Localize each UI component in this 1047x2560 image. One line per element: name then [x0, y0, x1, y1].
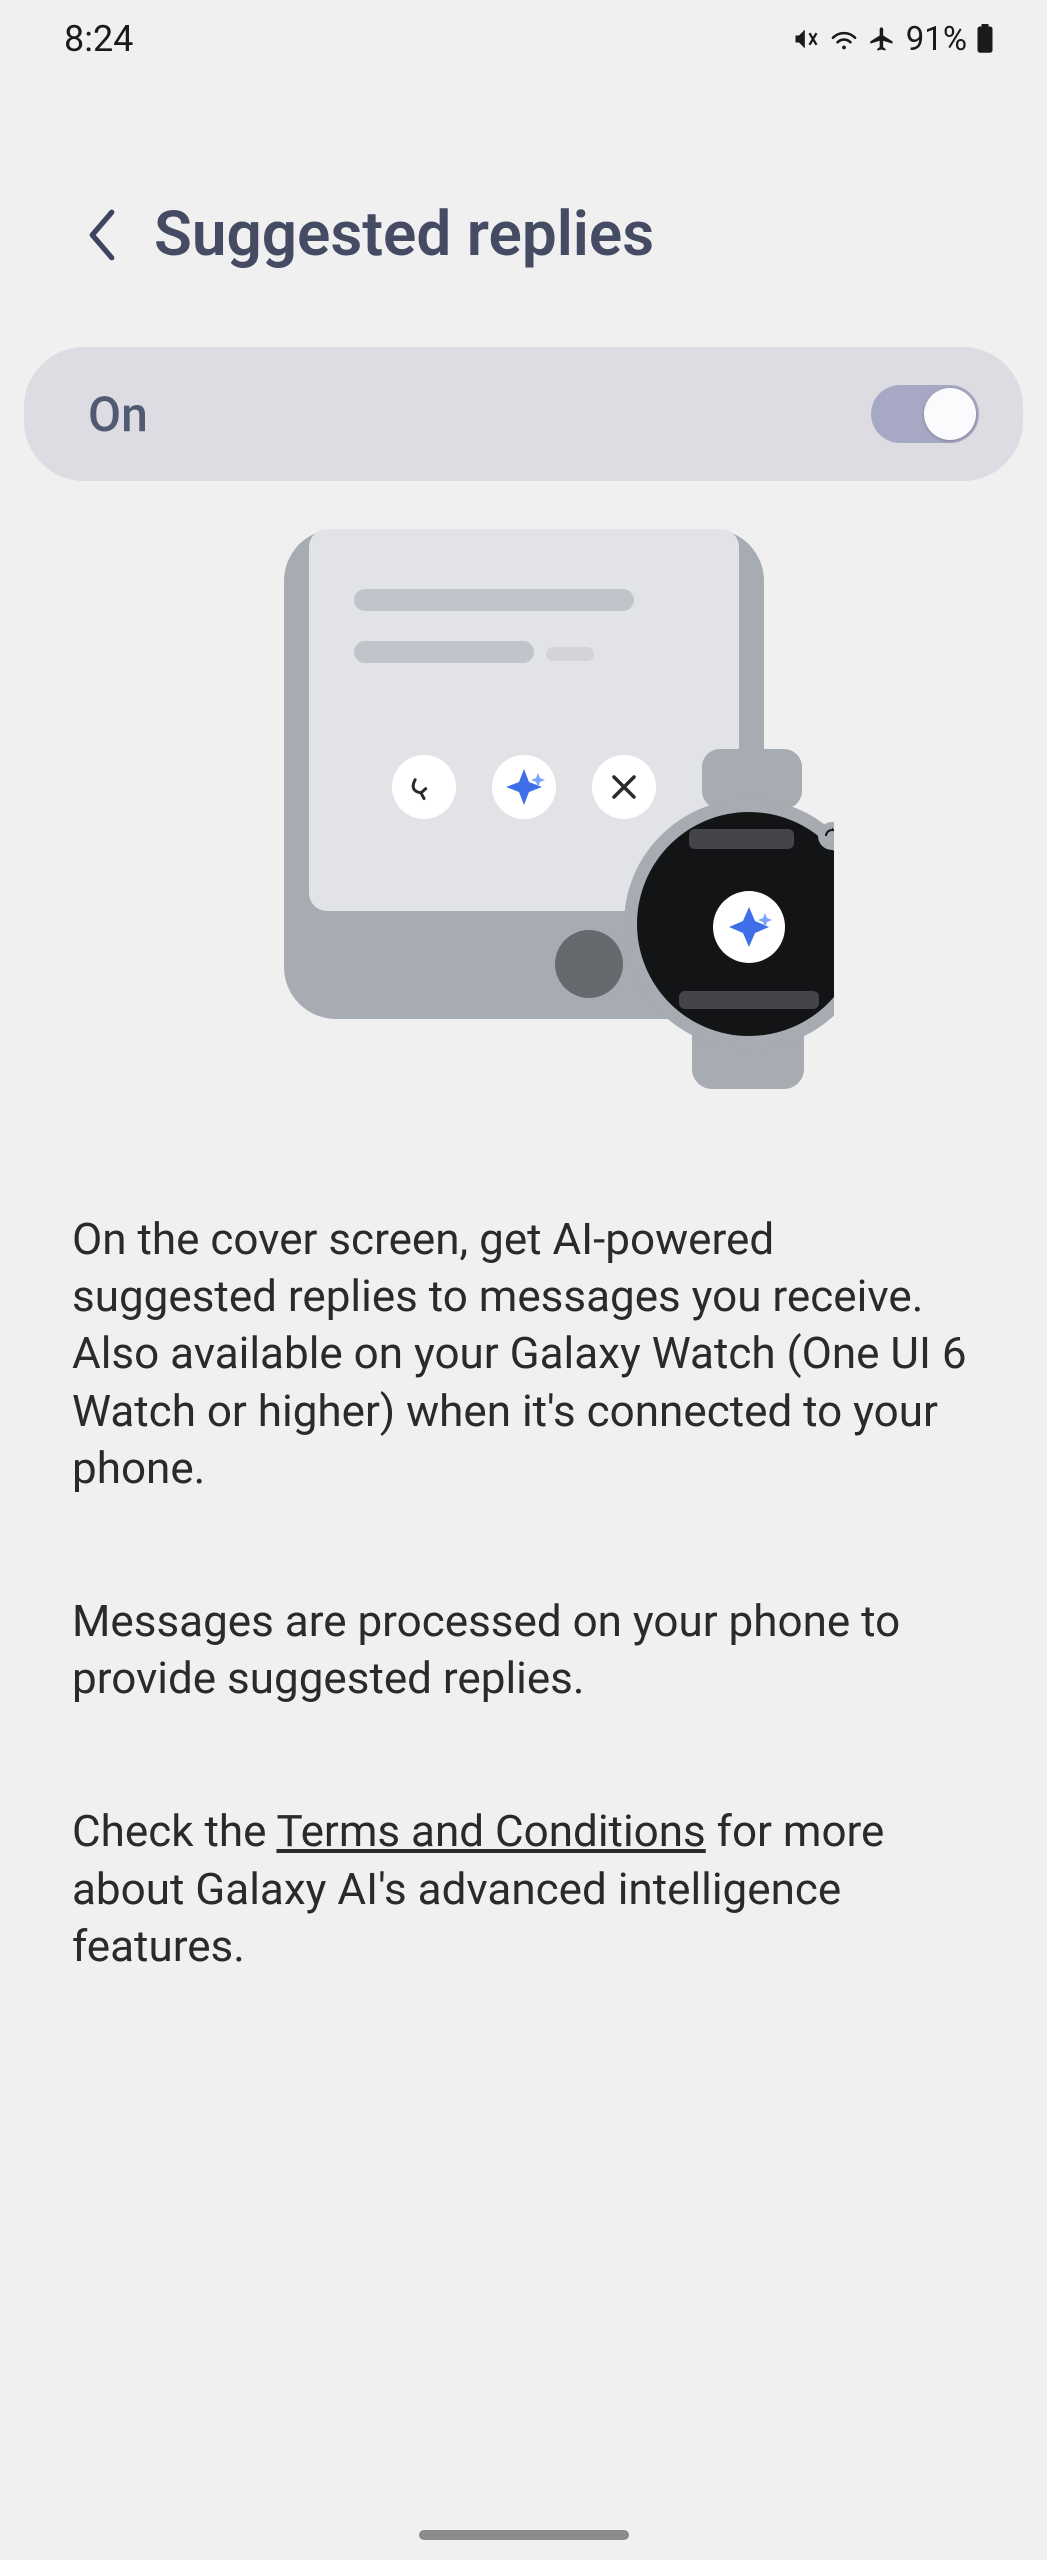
terms-and-conditions-link[interactable]: Terms and Conditions	[276, 1805, 705, 1857]
airplane-mode-icon	[868, 25, 896, 53]
chevron-left-icon	[84, 209, 120, 261]
toggle-thumb	[924, 388, 976, 440]
status-bar: 8:24 91%	[0, 0, 1047, 78]
mute-vibrate-icon	[792, 25, 820, 53]
page-title: Suggested replies	[154, 198, 654, 271]
gesture-nav-handle[interactable]	[419, 2530, 629, 2540]
battery-percentage: 91%	[906, 20, 967, 59]
back-button[interactable]	[80, 213, 124, 257]
master-toggle-row[interactable]: On	[24, 347, 1023, 481]
status-right: 91%	[792, 20, 995, 59]
description-section: On the cover screen, get AI-powered sugg…	[0, 1099, 1047, 1975]
p3-pre: Check the	[72, 1805, 276, 1857]
description-paragraph-2: Messages are processed on your phone to …	[72, 1593, 975, 1707]
description-paragraph-1: On the cover screen, get AI-powered sugg…	[72, 1211, 975, 1497]
battery-icon	[975, 24, 995, 54]
toggle-label: On	[88, 386, 148, 443]
toggle-switch[interactable]	[871, 385, 979, 443]
status-time: 8:24	[64, 18, 133, 60]
page-header: Suggested replies	[0, 78, 1047, 319]
description-paragraph-3: Check the Terms and Conditions for more …	[72, 1803, 975, 1975]
wifi-icon	[828, 26, 860, 52]
feature-illustration	[0, 529, 1047, 1099]
